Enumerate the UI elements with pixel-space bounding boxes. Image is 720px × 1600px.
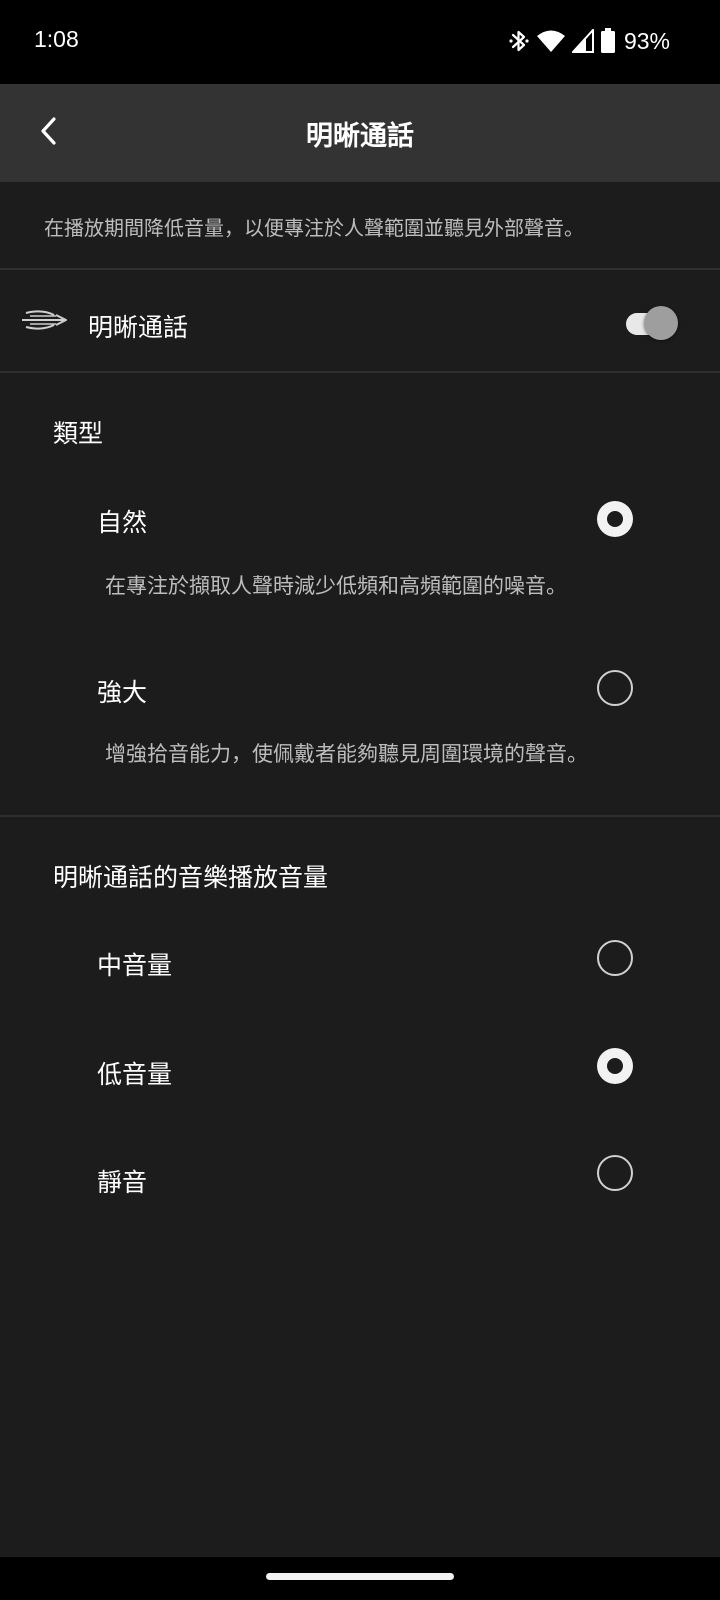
divider [0,371,720,373]
volume-option-medium-label[interactable]: 中音量 [97,946,172,982]
type-section-title: 類型 [53,419,104,448]
volume-option-mute-label[interactable]: 靜音 [97,1163,147,1199]
cell-signal-icon [571,29,594,53]
type-option-natural-description: 在專注於擷取人聲時減少低頻和高頻範圍的噪音。 [105,574,567,598]
navigation-bar [0,1557,720,1600]
type-option-natural-label[interactable]: 自然 [97,503,147,539]
status-time: 1:08 [34,26,79,52]
status-icons: 93% [508,25,670,57]
volume-option-medium-radio[interactable] [597,940,633,976]
switch-thumb [644,306,678,340]
clear-talk-switch[interactable] [624,304,680,344]
type-option-natural-radio[interactable] [597,501,633,537]
type-option-strong-label[interactable]: 強大 [97,673,147,709]
clear-talk-toggle-row[interactable]: 明晰通話 [0,270,720,376]
volume-section-title: 明晰通話的音樂播放音量 [53,863,329,892]
bluetooth-icon [508,28,530,54]
app-bar: 明晰通話 [0,84,720,182]
settings-content: 在播放期間降低音量，以便專注於人聲範圍並聽見外部聲音。 明晰通話 類型 自然 在… [0,182,720,1557]
clear-talk-icon [20,307,68,337]
battery-percent: 93% [623,27,670,54]
status-bar: 1:08 93% [0,0,720,84]
wifi-icon [536,28,566,54]
feature-description: 在播放期間降低音量，以便專注於人聲範圍並聽見外部聲音。 [44,216,584,240]
type-option-strong-description: 增強拾音能力，使佩戴者能夠聽見周圍環境的聲音。 [105,742,588,766]
volume-option-mute-radio[interactable] [597,1155,633,1191]
volume-option-low-radio[interactable] [597,1048,633,1084]
home-gesture-handle[interactable] [266,1573,454,1580]
volume-option-low-label[interactable]: 低音量 [97,1055,172,1091]
page-title: 明晰通話 [306,121,414,152]
clear-talk-label: 明晰通話 [88,313,189,342]
type-option-strong-radio[interactable] [597,670,633,706]
battery-icon [600,28,616,54]
divider [0,815,720,817]
